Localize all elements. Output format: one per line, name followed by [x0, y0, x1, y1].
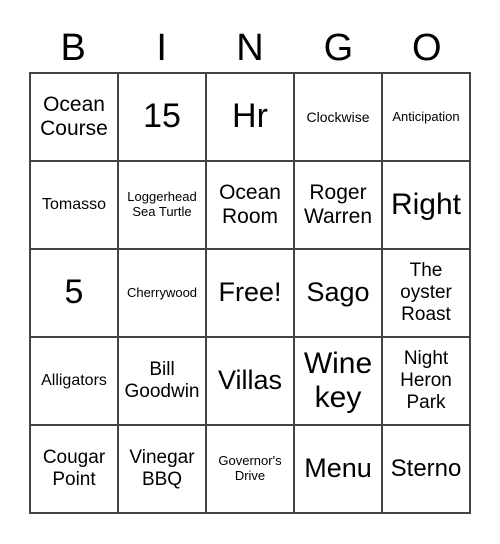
bingo-cell[interactable]: Tomasso [30, 161, 118, 249]
bingo-cell[interactable]: Anticipation [382, 73, 470, 161]
bingo-cell[interactable]: Alligators [30, 337, 118, 425]
bingo-card-grid: Ocean Course 15 Hr Clockwise Anticipatio… [29, 72, 471, 514]
bingo-cell[interactable]: Roger Warren [294, 161, 382, 249]
bingo-cell[interactable]: Cherrywood [118, 249, 206, 337]
bingo-cell[interactable]: Governor's Drive [206, 425, 294, 513]
bingo-cell[interactable]: Bill Goodwin [118, 337, 206, 425]
bingo-cell[interactable]: Menu [294, 425, 382, 513]
header-letter-n: N [236, 27, 264, 69]
bingo-cell[interactable]: Ocean Course [30, 73, 118, 161]
bingo-cell[interactable]: Clockwise [294, 73, 382, 161]
bingo-cell[interactable]: 5 [30, 249, 118, 337]
bingo-cell[interactable]: Wine key [294, 337, 382, 425]
bingo-cell[interactable]: Hr [206, 73, 294, 161]
bingo-cell[interactable]: Night Heron Park [382, 337, 470, 425]
header-letter-i: I [156, 27, 167, 69]
header-letter-g: G [323, 27, 354, 69]
bingo-cell[interactable]: 15 [118, 73, 206, 161]
bingo-cell[interactable]: Villas [206, 337, 294, 425]
bingo-cell[interactable]: Cougar Point [30, 425, 118, 513]
bingo-cell[interactable]: Ocean Room [206, 161, 294, 249]
header-letter-o: O [412, 27, 442, 69]
bingo-cell[interactable]: The oyster Roast [382, 249, 470, 337]
bingo-cell[interactable]: Loggerhead Sea Turtle [118, 161, 206, 249]
bingo-cell-free-space[interactable]: Free! [206, 249, 294, 337]
bingo-cell[interactable]: Sterno [382, 425, 470, 513]
header-letter-b: B [60, 27, 86, 69]
bingo-cell[interactable]: Sago [294, 249, 382, 337]
bingo-cell[interactable]: Right [382, 161, 470, 249]
bingo-cell[interactable]: Vinegar BBQ [118, 425, 206, 513]
bingo-header: B I N G O [29, 24, 471, 72]
